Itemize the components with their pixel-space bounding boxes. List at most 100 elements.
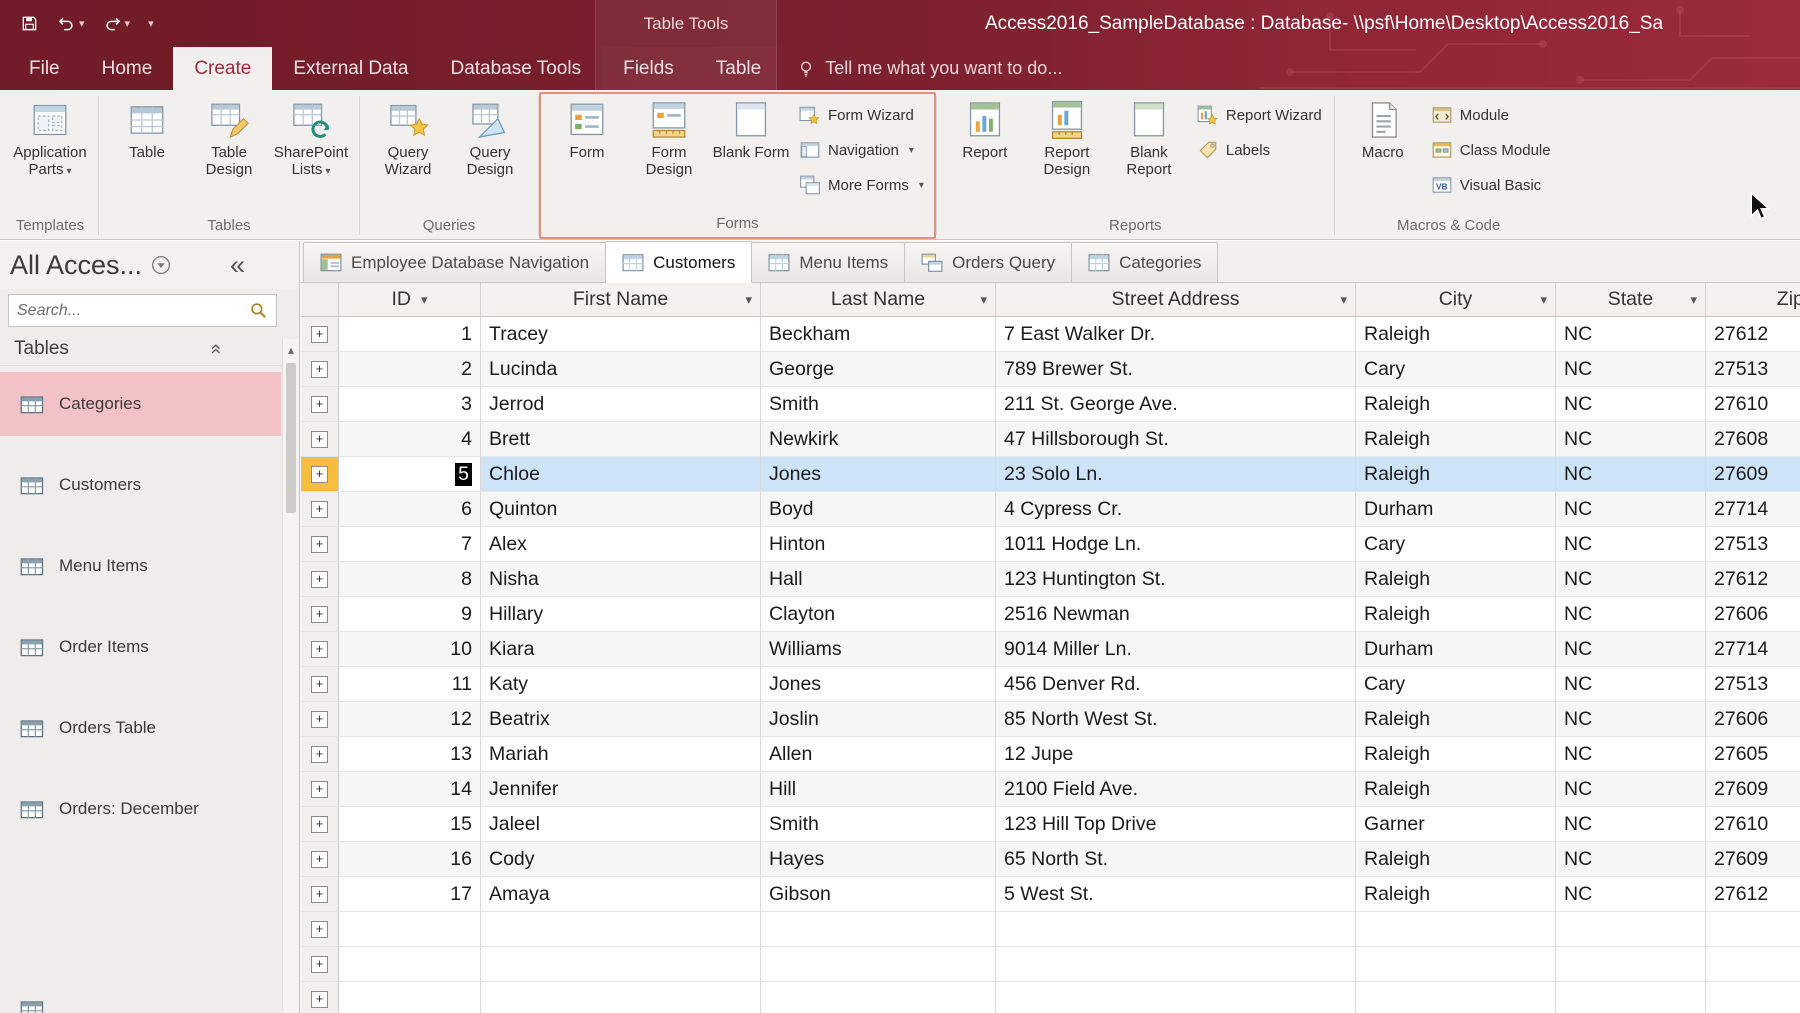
application-parts-button[interactable]: Application Parts ▾ bbox=[10, 94, 90, 215]
cell-last-name[interactable]: George bbox=[761, 352, 996, 387]
cell-state[interactable]: NC bbox=[1556, 807, 1706, 842]
cell-zip-co[interactable]: 27513 bbox=[1706, 667, 1800, 702]
nav-search-box[interactable] bbox=[8, 294, 277, 327]
column-header-last-name[interactable]: Last Name ▾ bbox=[761, 283, 996, 316]
expand-icon[interactable]: + bbox=[311, 955, 328, 973]
cell-street-address[interactable]: 789 Brewer St. bbox=[996, 352, 1356, 387]
query-design-button[interactable]: Query Design bbox=[450, 94, 530, 215]
expand-icon[interactable]: + bbox=[311, 920, 328, 938]
tab-database-tools[interactable]: Database Tools bbox=[429, 47, 602, 90]
nav-scrollbar[interactable]: ▴ bbox=[282, 339, 299, 1013]
cell-zip-co[interactable]: 27714 bbox=[1706, 492, 1800, 527]
cell-zip-co[interactable]: 27608 bbox=[1706, 422, 1800, 457]
nav-item-orders-december[interactable]: Orders: December bbox=[0, 777, 281, 841]
nav-item-orders-table[interactable]: Orders Table bbox=[0, 696, 281, 760]
blank-form-button[interactable]: Blank Form bbox=[711, 94, 791, 213]
form-button[interactable]: Form bbox=[547, 94, 627, 213]
cell-first-name[interactable]: Tracey bbox=[481, 317, 761, 352]
redo-button[interactable]: ▾ bbox=[99, 11, 135, 36]
cell-first-name[interactable]: Cody bbox=[481, 842, 761, 877]
table-row[interactable]: +17 Amaya Gibson 5 West St. Raleigh NC 27612 bbox=[301, 877, 1800, 912]
cell-street-address[interactable]: 9014 Miller Ln. bbox=[996, 632, 1356, 667]
cell-zip-co[interactable]: 27612 bbox=[1706, 562, 1800, 597]
form-design-button[interactable]: Form Design bbox=[629, 94, 709, 213]
table-button[interactable]: Table bbox=[107, 94, 187, 215]
record-selector[interactable]: + bbox=[301, 772, 339, 807]
filter-caret-icon[interactable]: ▾ bbox=[1690, 292, 1697, 308]
record-selector[interactable]: + bbox=[301, 387, 339, 422]
column-header-first-name[interactable]: First Name ▾ bbox=[481, 283, 761, 316]
cell-first-name[interactable]: Quinton bbox=[481, 492, 761, 527]
cell-city[interactable]: Raleigh bbox=[1356, 597, 1556, 632]
navigation-button[interactable]: Navigation ▾ bbox=[799, 137, 924, 163]
form-wizard-button[interactable]: Form Wizard bbox=[799, 102, 924, 128]
record-selector[interactable]: + bbox=[301, 667, 339, 702]
cell-city[interactable]: Raleigh bbox=[1356, 702, 1556, 737]
nav-item-order-items[interactable]: Order Items bbox=[0, 615, 281, 679]
cell-city[interactable]: Raleigh bbox=[1356, 422, 1556, 457]
cell-last-name[interactable]: Hayes bbox=[761, 842, 996, 877]
cell-last-name[interactable]: Smith bbox=[761, 387, 996, 422]
record-selector[interactable]: + bbox=[301, 317, 339, 352]
cell-id[interactable]: 10 bbox=[339, 632, 481, 667]
scroll-thumb[interactable] bbox=[286, 363, 296, 513]
table-row[interactable]: +14 Jennifer Hill 2100 Field Ave. Raleigh NC 2… bbox=[301, 772, 1800, 807]
cell-id[interactable]: 16 bbox=[339, 842, 481, 877]
expand-icon[interactable]: + bbox=[311, 885, 328, 903]
cell-last-name[interactable]: Clayton bbox=[761, 597, 996, 632]
tell-me-box[interactable]: Tell me what you want to do... bbox=[796, 47, 1062, 90]
cell-last-name[interactable]: Jones bbox=[761, 457, 996, 492]
cell-first-name[interactable]: Katy bbox=[481, 667, 761, 702]
filter-caret-icon[interactable]: ▾ bbox=[1540, 292, 1547, 308]
cell-zip-co[interactable]: 27513 bbox=[1706, 352, 1800, 387]
cell-id[interactable]: 11 bbox=[339, 667, 481, 702]
doc-tab-employee-database-navigation[interactable]: Employee Database Navigation bbox=[303, 242, 607, 282]
table-row[interactable]: +7 Alex Hinton 1011 Hodge Ln. Cary NC 27513 bbox=[301, 527, 1800, 562]
cell-zip-co[interactable]: 27609 bbox=[1706, 772, 1800, 807]
column-header-street-address[interactable]: Street Address ▾ bbox=[996, 283, 1356, 316]
cell-street-address[interactable]: 5 West St. bbox=[996, 877, 1356, 912]
cell-last-name[interactable]: Hill bbox=[761, 772, 996, 807]
cell-city[interactable]: Durham bbox=[1356, 632, 1556, 667]
cell-zip-co[interactable]: 27609 bbox=[1706, 842, 1800, 877]
record-selector[interactable]: + bbox=[301, 842, 339, 877]
cell-last-name[interactable]: Hall bbox=[761, 562, 996, 597]
record-selector[interactable]: + bbox=[301, 562, 339, 597]
cell-street-address[interactable]: 456 Denver Rd. bbox=[996, 667, 1356, 702]
cell-id[interactable]: 3 bbox=[339, 387, 481, 422]
cell-state[interactable]: NC bbox=[1556, 352, 1706, 387]
class-module-button[interactable]: Class Module bbox=[1431, 137, 1551, 163]
cell-first-name[interactable]: Jerrod bbox=[481, 387, 761, 422]
cell-zip-co[interactable]: 27610 bbox=[1706, 807, 1800, 842]
cell-first-name[interactable]: Amaya bbox=[481, 877, 761, 912]
cell-last-name[interactable]: Newkirk bbox=[761, 422, 996, 457]
record-selector[interactable]: + bbox=[301, 737, 339, 772]
cell-state[interactable]: NC bbox=[1556, 387, 1706, 422]
expand-icon[interactable]: + bbox=[311, 990, 328, 1008]
record-selector[interactable]: + bbox=[301, 632, 339, 667]
shutter-bar-close-button[interactable]: « bbox=[230, 251, 245, 279]
module-button[interactable]: Module bbox=[1431, 102, 1551, 128]
cell-first-name[interactable]: Beatrix bbox=[481, 702, 761, 737]
cell-last-name[interactable]: Williams bbox=[761, 632, 996, 667]
customize-qat-button[interactable]: ▾ bbox=[144, 14, 158, 33]
collapse-section-icon[interactable]: « bbox=[205, 343, 227, 354]
cell-id[interactable]: 8 bbox=[339, 562, 481, 597]
cell-first-name[interactable]: Brett bbox=[481, 422, 761, 457]
table-row[interactable]: +12 Beatrix Joslin 85 North West St. Raleigh… bbox=[301, 702, 1800, 737]
record-selector[interactable]: + bbox=[301, 807, 339, 842]
cell-state[interactable]: NC bbox=[1556, 877, 1706, 912]
doc-tab-menu-items[interactable]: Menu Items bbox=[751, 242, 906, 282]
cell-street-address[interactable]: 123 Hill Top Drive bbox=[996, 807, 1356, 842]
cell-street-address[interactable]: 47 Hillsborough St. bbox=[996, 422, 1356, 457]
cell-street-address[interactable]: 2516 Newman bbox=[996, 597, 1356, 632]
expand-icon[interactable]: + bbox=[311, 570, 328, 588]
cell-first-name[interactable]: Lucinda bbox=[481, 352, 761, 387]
record-selector[interactable]: + bbox=[301, 702, 339, 737]
report-button[interactable]: Report bbox=[945, 94, 1025, 215]
table-row[interactable]: +6 Quinton Boyd 4 Cypress Cr. Durham NC 27714 bbox=[301, 492, 1800, 527]
cell-city[interactable]: Cary bbox=[1356, 667, 1556, 702]
record-selector[interactable]: + bbox=[301, 597, 339, 632]
cell-city[interactable]: Raleigh bbox=[1356, 562, 1556, 597]
cell-street-address[interactable]: 1011 Hodge Ln. bbox=[996, 527, 1356, 562]
